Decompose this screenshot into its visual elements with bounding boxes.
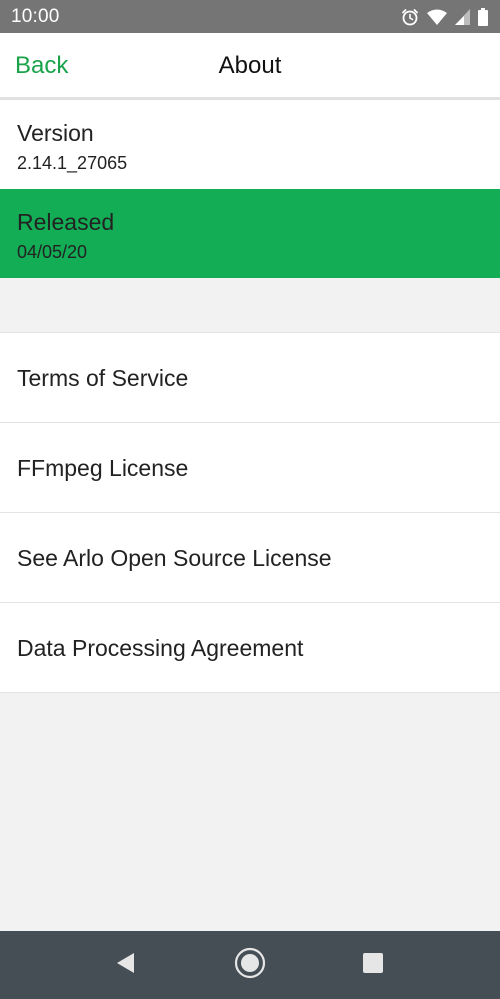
- links-list: Terms of Service FFmpeg License See Arlo…: [0, 332, 500, 693]
- released-value: 04/05/20: [17, 242, 88, 262]
- page-title: About: [218, 52, 282, 79]
- recents-square-icon: [362, 952, 384, 979]
- list-item-label: Data Processing Agreement: [17, 635, 304, 661]
- nav-recents-button[interactable]: [357, 949, 389, 981]
- released-label: Released: [17, 209, 115, 235]
- home-circle-icon: [234, 947, 266, 984]
- open-source-license-item[interactable]: See Arlo Open Source License: [0, 513, 500, 603]
- status-icons: [401, 6, 488, 28]
- status-time: 10:00: [11, 6, 60, 27]
- alarm-icon: [401, 8, 419, 26]
- status-bar: 10:00: [0, 0, 500, 33]
- version-label: Version: [17, 120, 94, 146]
- list-item-label: FFmpeg License: [17, 455, 189, 481]
- app-bar: Back About: [0, 33, 500, 100]
- system-nav-bar: [0, 931, 500, 999]
- ffmpeg-license-item[interactable]: FFmpeg License: [0, 423, 500, 513]
- list-item-label: Terms of Service: [17, 365, 189, 391]
- terms-of-service-item[interactable]: Terms of Service: [0, 333, 500, 423]
- version-row: Version 2.14.1_27065: [0, 100, 500, 189]
- nav-back-button[interactable]: [109, 949, 141, 981]
- nav-home-button[interactable]: [234, 947, 266, 984]
- data-processing-agreement-item[interactable]: Data Processing Agreement: [0, 603, 500, 693]
- released-row[interactable]: Released 04/05/20: [0, 189, 500, 278]
- back-triangle-icon: [114, 951, 136, 980]
- signal-icon: [455, 9, 470, 25]
- battery-icon: [478, 8, 488, 26]
- list-item-label: See Arlo Open Source License: [17, 545, 332, 571]
- version-value: 2.14.1_27065: [17, 153, 128, 173]
- wifi-icon: [427, 9, 447, 25]
